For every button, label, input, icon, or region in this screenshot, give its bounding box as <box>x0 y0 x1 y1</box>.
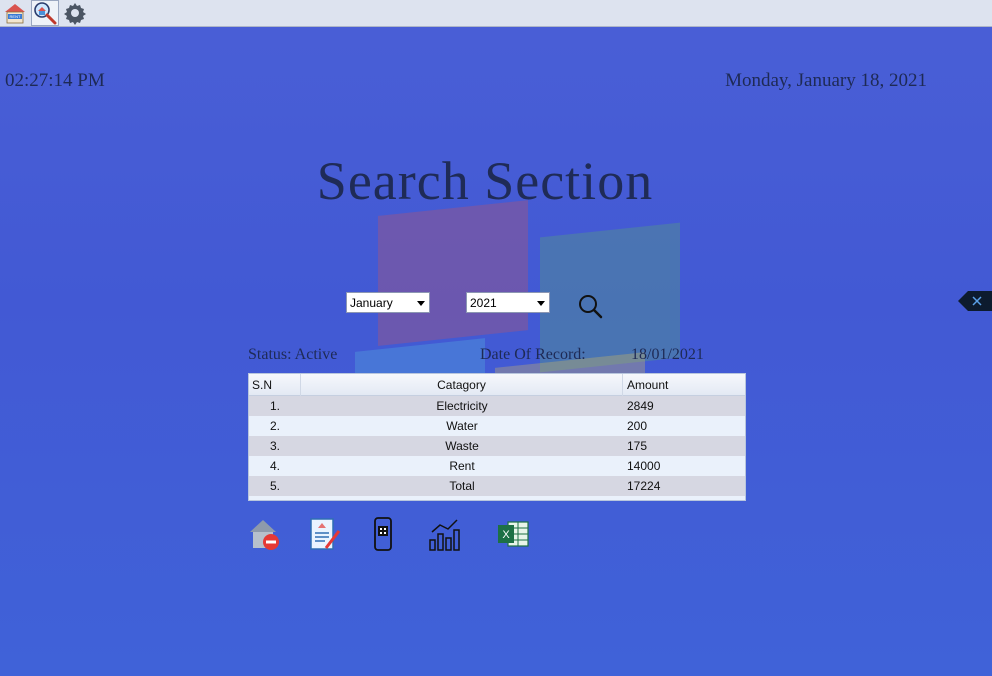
excel-export-button[interactable]: X <box>496 516 530 552</box>
page-title: Search Section <box>316 151 654 211</box>
close-icon <box>958 291 992 311</box>
current-time: 02:27:14 PM <box>5 70 105 91</box>
table-body: 1. Electricity 2849 2. Water 200 3. Wast… <box>249 396 745 496</box>
cell-amount: 2849 <box>627 399 654 413</box>
cell-amount: 14000 <box>627 459 661 473</box>
svg-text:X: X <box>502 529 510 541</box>
gear-icon <box>64 3 86 25</box>
search-house-button[interactable] <box>31 0 59 26</box>
column-header-sn[interactable]: S.N <box>249 373 301 396</box>
chart-icon <box>429 519 460 551</box>
cell-category: Waste <box>445 439 479 453</box>
table-row[interactable]: 1. Electricity 2849 <box>249 396 745 416</box>
remove-house-icon <box>250 520 279 550</box>
table-row[interactable]: 5. Total 17224 <box>249 476 745 496</box>
svg-text:RENT: RENT <box>10 14 21 19</box>
qr-phone-button[interactable] <box>366 516 400 552</box>
cell-category: Electricity <box>436 399 488 413</box>
date-of-record-label: Date Of Record: <box>480 346 586 363</box>
column-header-category[interactable]: Catagory <box>301 373 623 396</box>
chevron-down-icon <box>417 301 425 306</box>
close-panel-button[interactable] <box>958 289 992 313</box>
cell-sn: 2. <box>269 419 280 433</box>
search-house-icon <box>34 2 57 25</box>
cell-sn: 5. <box>269 479 280 493</box>
expense-table: S.N Catagory Amount 1. Electricity 2849 … <box>248 373 746 501</box>
column-header-amount[interactable]: Amount <box>623 374 745 396</box>
cell-category: Water <box>446 419 478 433</box>
edit-document-button[interactable] <box>308 516 342 552</box>
table-row[interactable]: 4. Rent 14000 <box>249 456 745 476</box>
year-select[interactable]: 2021 <box>466 292 550 313</box>
background-logo-red <box>378 200 528 346</box>
chevron-down-icon <box>537 301 545 306</box>
qr-phone-icon <box>374 517 392 551</box>
search-button[interactable] <box>575 292 605 322</box>
date-of-record-value: 18/01/2021 <box>631 346 704 363</box>
cell-sn: 1. <box>269 399 280 413</box>
house-rent-icon: RENT <box>5 4 25 24</box>
current-date: Monday, January 18, 2021 <box>725 70 927 91</box>
house-rent-button[interactable]: RENT <box>1 0 29 26</box>
table-row[interactable]: 2. Water 200 <box>249 416 745 436</box>
edit-document-icon <box>310 518 341 550</box>
table-row[interactable]: 3. Waste 175 <box>249 436 745 456</box>
cell-amount: 175 <box>627 439 648 453</box>
month-select[interactable]: January <box>346 292 430 313</box>
status-text: Status: Active <box>248 346 338 363</box>
table-header: S.N Catagory Amount <box>249 373 745 396</box>
settings-button[interactable] <box>61 0 89 26</box>
excel-icon: X <box>498 521 529 547</box>
cell-category: Rent <box>449 459 475 473</box>
remove-house-button[interactable] <box>248 516 282 552</box>
cell-category: Total <box>449 479 475 493</box>
chart-button[interactable] <box>427 516 461 552</box>
cell-amount: 200 <box>627 419 648 433</box>
search-icon <box>579 295 603 319</box>
cell-sn: 4. <box>269 459 280 473</box>
cell-sn: 3. <box>269 439 280 453</box>
year-select-value: 2021 <box>470 295 497 310</box>
cell-amount: 17224 <box>627 479 661 493</box>
month-select-value: January <box>350 295 393 310</box>
toolbar: RENT <box>0 0 992 27</box>
